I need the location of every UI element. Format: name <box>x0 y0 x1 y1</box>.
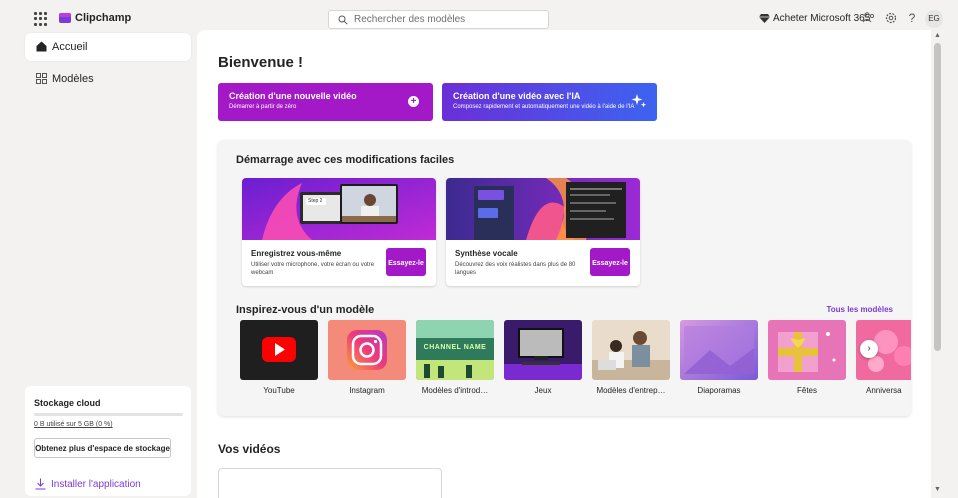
scrollbar-thumb[interactable] <box>934 43 941 351</box>
card-description: Utiliser votre microphone, votre écran o… <box>251 262 375 276</box>
sparkle-icon <box>631 94 647 108</box>
record-yourself-thumbnail <box>242 178 436 240</box>
step-badge: Step 2 <box>308 198 323 204</box>
template-celebrations[interactable]: Fêtes <box>768 320 846 400</box>
sidebar-item-templates[interactable]: Modèles <box>25 65 191 93</box>
template-intros[interactable]: CHANNEL NAME Modèles d'introd… <box>416 320 494 400</box>
scroll-down-arrow-icon[interactable]: ▼ <box>934 486 941 493</box>
buy-microsoft-365-link[interactable]: Acheter Microsoft 365 <box>773 13 870 24</box>
gear-icon[interactable] <box>884 11 898 25</box>
cta-title: Création d'une nouvelle vidéo <box>229 91 357 101</box>
try-it-button[interactable]: Essayez-le <box>386 248 426 276</box>
youtube-icon <box>240 320 318 380</box>
text-to-speech-thumbnail <box>446 178 640 240</box>
share-people-icon[interactable] <box>862 11 876 25</box>
template-label: Anniversa <box>866 386 902 395</box>
section-title: Inspirez-vous d'un modèle <box>236 304 375 316</box>
record-yourself-card[interactable]: Step 2 Enregistrez vous-même Utiliser vo… <box>242 178 436 286</box>
app-launcher-icon[interactable] <box>34 12 48 26</box>
search-icon <box>338 15 348 25</box>
help-icon[interactable]: ? <box>905 11 919 25</box>
main-scrollbar[interactable]: ▲ ▼ <box>931 30 944 498</box>
cta-subtitle: Composez rapidement et automatiquement u… <box>453 104 635 110</box>
plus-icon: + <box>408 96 419 107</box>
all-templates-link[interactable]: Tous les modèles <box>826 305 893 314</box>
business-template-thumbnail <box>592 320 670 380</box>
your-videos-title: Vos vidéos <box>218 442 281 456</box>
get-more-storage-button[interactable]: Obtenez plus d'espace de stockage <box>34 438 171 458</box>
cta-title: Création d'une vidéo avec l'IA <box>453 91 581 101</box>
sidebar-item-home[interactable]: Accueil <box>25 33 191 61</box>
easy-edits-section: Démarrage avec ces modifications faciles <box>218 140 911 416</box>
template-label: Instagram <box>349 386 385 395</box>
text-to-speech-card[interactable]: Synthèse vocale Découvrez des voix réali… <box>446 178 640 286</box>
storage-used-link[interactable]: 0 B utilisé sur 5 GB (0 %) <box>34 421 113 428</box>
sidebar-item-label: Accueil <box>52 41 88 53</box>
search-placeholder: Rechercher des modèles <box>354 14 466 25</box>
new-video-button[interactable]: Création d'une nouvelle vidéo Démarrer à… <box>218 83 433 121</box>
search-box[interactable]: Rechercher des modèles <box>328 10 549 29</box>
template-business[interactable]: Modèles d'entrep… <box>592 320 670 400</box>
template-youtube[interactable]: YouTube <box>240 320 318 400</box>
video-placeholder-card <box>218 468 442 498</box>
page-title: Bienvenue ! <box>218 54 304 71</box>
template-slideshows[interactable]: Diaporamas <box>680 320 758 400</box>
party-template-thumbnail <box>768 320 846 380</box>
template-instagram[interactable]: Instagram <box>328 320 406 400</box>
instagram-icon <box>328 320 406 380</box>
download-icon <box>35 478 46 490</box>
slideshow-template-thumbnail <box>680 320 758 380</box>
diamond-icon <box>759 14 770 23</box>
home-icon <box>36 41 47 52</box>
template-label: Modèles d'introd… <box>421 386 489 395</box>
template-label: Jeux <box>534 386 552 395</box>
thumb-channel-name: CHANNEL NAME <box>423 344 487 351</box>
chevron-right-icon[interactable]: › <box>860 340 878 358</box>
app-name: Clipchamp <box>75 12 132 24</box>
card-title: Synthèse vocale <box>455 249 518 258</box>
try-it-button[interactable]: Essayez-le <box>590 248 630 276</box>
sidebar-item-label: Modèles <box>52 73 94 85</box>
storage-progress-bar <box>34 413 183 416</box>
card-title: Enregistrez vous-même <box>251 249 342 258</box>
template-label: Diaporamas <box>697 386 741 395</box>
scroll-up-arrow-icon[interactable]: ▲ <box>934 32 941 39</box>
ai-video-button[interactable]: Création d'une vidéo avec l'IA Composez … <box>442 83 657 121</box>
cta-subtitle: Démarrer à partir de zéro <box>229 104 297 110</box>
card-description: Découvrez des voix réalistes dans plus d… <box>455 262 576 276</box>
clipchamp-logo-icon <box>59 13 71 23</box>
avatar[interactable]: EG <box>925 10 943 28</box>
template-label: Fêtes <box>796 386 817 395</box>
install-app-link[interactable]: Installer l'application <box>51 479 141 490</box>
sidebar: Accueil Modèles Stockage cloud 0 B utili… <box>0 30 196 498</box>
template-games[interactable]: Jeux <box>504 320 582 400</box>
section-title: Démarrage avec ces modifications faciles <box>236 154 455 166</box>
storage-title: Stockage cloud <box>34 398 101 408</box>
gaming-template-thumbnail <box>504 320 582 380</box>
templates-grid-icon <box>36 73 47 84</box>
template-label: YouTube <box>263 386 295 395</box>
template-label: Modèles d'entrep… <box>596 386 666 395</box>
template-birthdays[interactable]: Anniversa <box>856 320 911 400</box>
main-panel: Bienvenue ! Création d'une nouvelle vidé… <box>197 30 931 498</box>
